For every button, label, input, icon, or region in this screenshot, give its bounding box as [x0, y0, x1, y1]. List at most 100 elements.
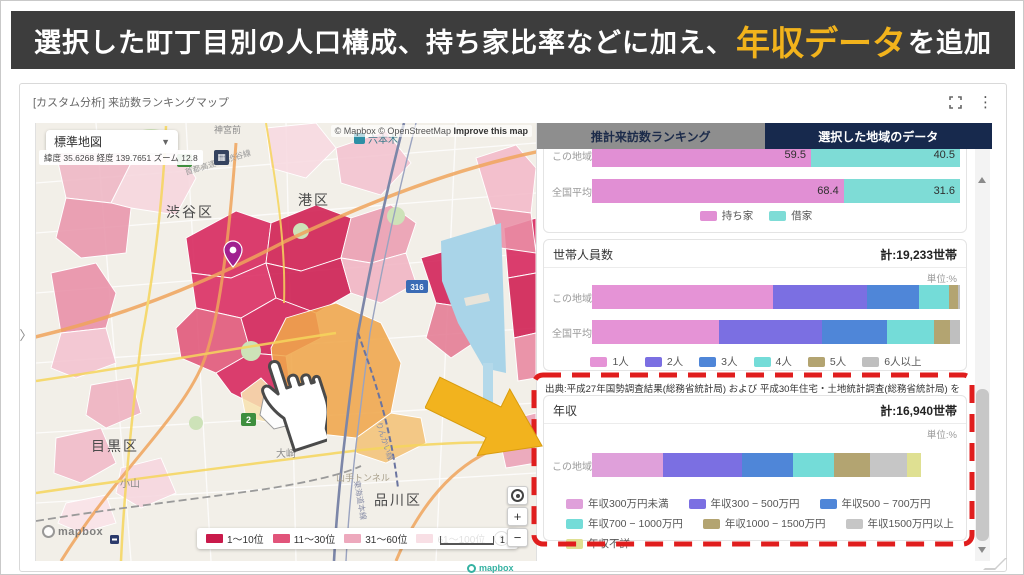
- section-income: 年収 計:16,940世帯 単位:% この地域 年収300万円未満 年収300 −…: [543, 395, 967, 541]
- legend-swatch: [769, 211, 786, 221]
- household-title: 世帯人員数: [553, 246, 613, 263]
- mapbox-logo[interactable]: mapbox: [42, 525, 103, 538]
- section-household: 世帯人員数 計:19,233世帯 単位:% この地域 全国平均 1人2人3人4人…: [543, 239, 967, 371]
- scroll-up-arrow-icon[interactable]: [978, 177, 986, 183]
- panel-collapse-chevron[interactable]: 〉: [18, 319, 34, 349]
- bar-segment: 68.4: [592, 179, 844, 203]
- scale-line: [440, 536, 494, 545]
- legend-item: 年収不詳: [566, 536, 630, 551]
- label-meguro-ku: 目黒区: [91, 438, 139, 454]
- map-attribution: © Mapbox © OpenStreetMap Improve this ma…: [331, 125, 532, 137]
- legend-swatch: [754, 357, 771, 367]
- mapbox-logo-icon: [42, 525, 55, 538]
- widget-header: [カスタム分析] 来訪数ランキングマップ ⋮: [19, 83, 1007, 121]
- bar-segment: [822, 320, 887, 344]
- legend-item: 持ち家: [700, 208, 754, 223]
- map-layers-button[interactable]: ▦: [214, 150, 229, 165]
- zoom-in-button[interactable]: +: [507, 507, 528, 526]
- label-koyama: 小山: [120, 478, 140, 490]
- bar-segment: [958, 285, 960, 309]
- ownership-legend: 持ち家借家: [552, 208, 960, 223]
- legend-item: 2人: [645, 354, 683, 369]
- household-unit: 単位:%: [927, 271, 957, 285]
- footer-mapbox-icon: [467, 564, 476, 573]
- legend-item: 年収300 − 500万円: [689, 496, 800, 511]
- legend-item: 借家: [769, 208, 812, 223]
- rank-legend-swatch: [344, 534, 361, 543]
- bar-segment: [719, 320, 822, 344]
- banner-text-prefix: 選択した町丁目別の人口構成、持ち家比率などに加え、: [34, 21, 734, 60]
- legend-item: 年収1000 − 1500万円: [703, 516, 826, 531]
- map-coordinates-bar: 緯度 35.6268 経度 139.7651 ズーム 12.8: [39, 150, 203, 165]
- legend-item: 3人: [699, 354, 737, 369]
- footer-mapbox-word: mapbox: [479, 563, 514, 573]
- attribution-text: © Mapbox © OpenStreetMap: [335, 126, 451, 136]
- bar-segment: [834, 453, 870, 477]
- scroll-down-arrow-icon[interactable]: [978, 547, 986, 553]
- row-label: この地域: [552, 458, 592, 473]
- legend-swatch: [699, 357, 716, 367]
- mapbox-logo-word: mapbox: [58, 526, 103, 538]
- bar-segment: [950, 320, 960, 344]
- stacked-bar: [592, 320, 960, 344]
- bar-segment: [867, 285, 919, 309]
- map-container[interactable]: 1 2 316 渋谷区 港区 目黒区 品川区 大崎 小山 山手トンネル: [36, 123, 536, 561]
- legend-swatch: [862, 357, 879, 367]
- legend-swatch: [645, 357, 662, 367]
- bar-segment: [793, 453, 834, 477]
- bar-segment: 40.5: [811, 149, 960, 167]
- legend-item: 4人: [754, 354, 792, 369]
- legend-item: 年収700 − 1000万円: [566, 516, 683, 531]
- improve-map-link[interactable]: Improve this map: [453, 126, 528, 136]
- zoom-out-button[interactable]: −: [507, 528, 528, 547]
- geolocate-button[interactable]: [507, 486, 528, 505]
- scrollbar-thumb[interactable]: [976, 389, 989, 541]
- data-panel: この地域59.540.5 全国平均68.431.6 持ち家借家 世帯人員数 計:…: [536, 123, 991, 561]
- tab-selected-area-data[interactable]: 選択した地域のデータ: [765, 123, 993, 149]
- label-jingumae: 神宮前: [214, 124, 241, 135]
- legend-swatch: [808, 357, 825, 367]
- rank-legend-swatch: [206, 534, 223, 543]
- label-minato-ku: 港区: [298, 192, 330, 208]
- bar-segment: [592, 453, 663, 477]
- svg-text:316: 316: [410, 283, 424, 292]
- household-total: 計:19,233世帯: [880, 246, 957, 263]
- section-ownership: この地域59.540.5 全国平均68.431.6 持ち家借家: [543, 149, 967, 233]
- income-total: 計:16,940世帯: [880, 402, 957, 419]
- bar-segment: 59.5: [592, 149, 811, 167]
- bar-segment: [773, 285, 867, 309]
- row-label: この地域: [552, 149, 592, 163]
- tab-ranking[interactable]: 推計来訪数ランキング: [537, 123, 765, 149]
- rank-legend-item: 11〜30位: [273, 531, 336, 546]
- panel-scrollbar[interactable]: [975, 149, 990, 561]
- income-unit: 単位:%: [927, 427, 957, 441]
- bar-segment: [592, 285, 773, 309]
- legend-swatch: [566, 499, 583, 509]
- legend-swatch: [820, 499, 837, 509]
- legend-item: 6人以上: [862, 354, 921, 369]
- label-shibuya-ku: 渋谷区: [166, 204, 214, 220]
- bar-segment: [663, 453, 742, 477]
- income-legend: 年収300万円未満年収300 − 500万円年収500 − 700万円年収700…: [552, 496, 960, 551]
- income-title: 年収: [553, 402, 577, 419]
- fullscreen-icon[interactable]: [949, 96, 962, 109]
- screenshot-stage: 選択した町丁目別の人口構成、持ち家比率などに加え、年収データを追加 [カスタム分…: [0, 0, 1024, 575]
- bar-segment: 31.6: [844, 179, 960, 203]
- legend-swatch: [566, 519, 583, 529]
- banner-highlight: 年収データ: [736, 16, 906, 65]
- banner-text-suffix: を追加: [908, 21, 992, 60]
- rank-legend-item: 1〜10位: [206, 531, 264, 546]
- label-shinagawa-ku: 品川区: [374, 492, 422, 508]
- row-label: 全国平均: [552, 184, 592, 199]
- legend-swatch: [566, 539, 583, 549]
- panel-scroll-area: この地域59.540.5 全国平均68.431.6 持ち家借家 世帯人員数 計:…: [537, 149, 975, 561]
- map-canvas[interactable]: 1 2 316 渋谷区 港区 目黒区 品川区 大崎 小山 山手トンネル: [36, 123, 536, 561]
- bar-segment: [870, 453, 907, 477]
- legend-swatch: [700, 211, 717, 221]
- legend-item: 年収300万円未満: [566, 496, 669, 511]
- stacked-bar: 59.540.5: [592, 149, 960, 167]
- bar-segment: [592, 320, 719, 344]
- more-menu-icon[interactable]: ⋮: [978, 95, 993, 110]
- panel-tabs: 推計来訪数ランキング 選択した地域のデータ: [537, 123, 992, 149]
- legend-item: 年収1500万円以上: [846, 516, 954, 531]
